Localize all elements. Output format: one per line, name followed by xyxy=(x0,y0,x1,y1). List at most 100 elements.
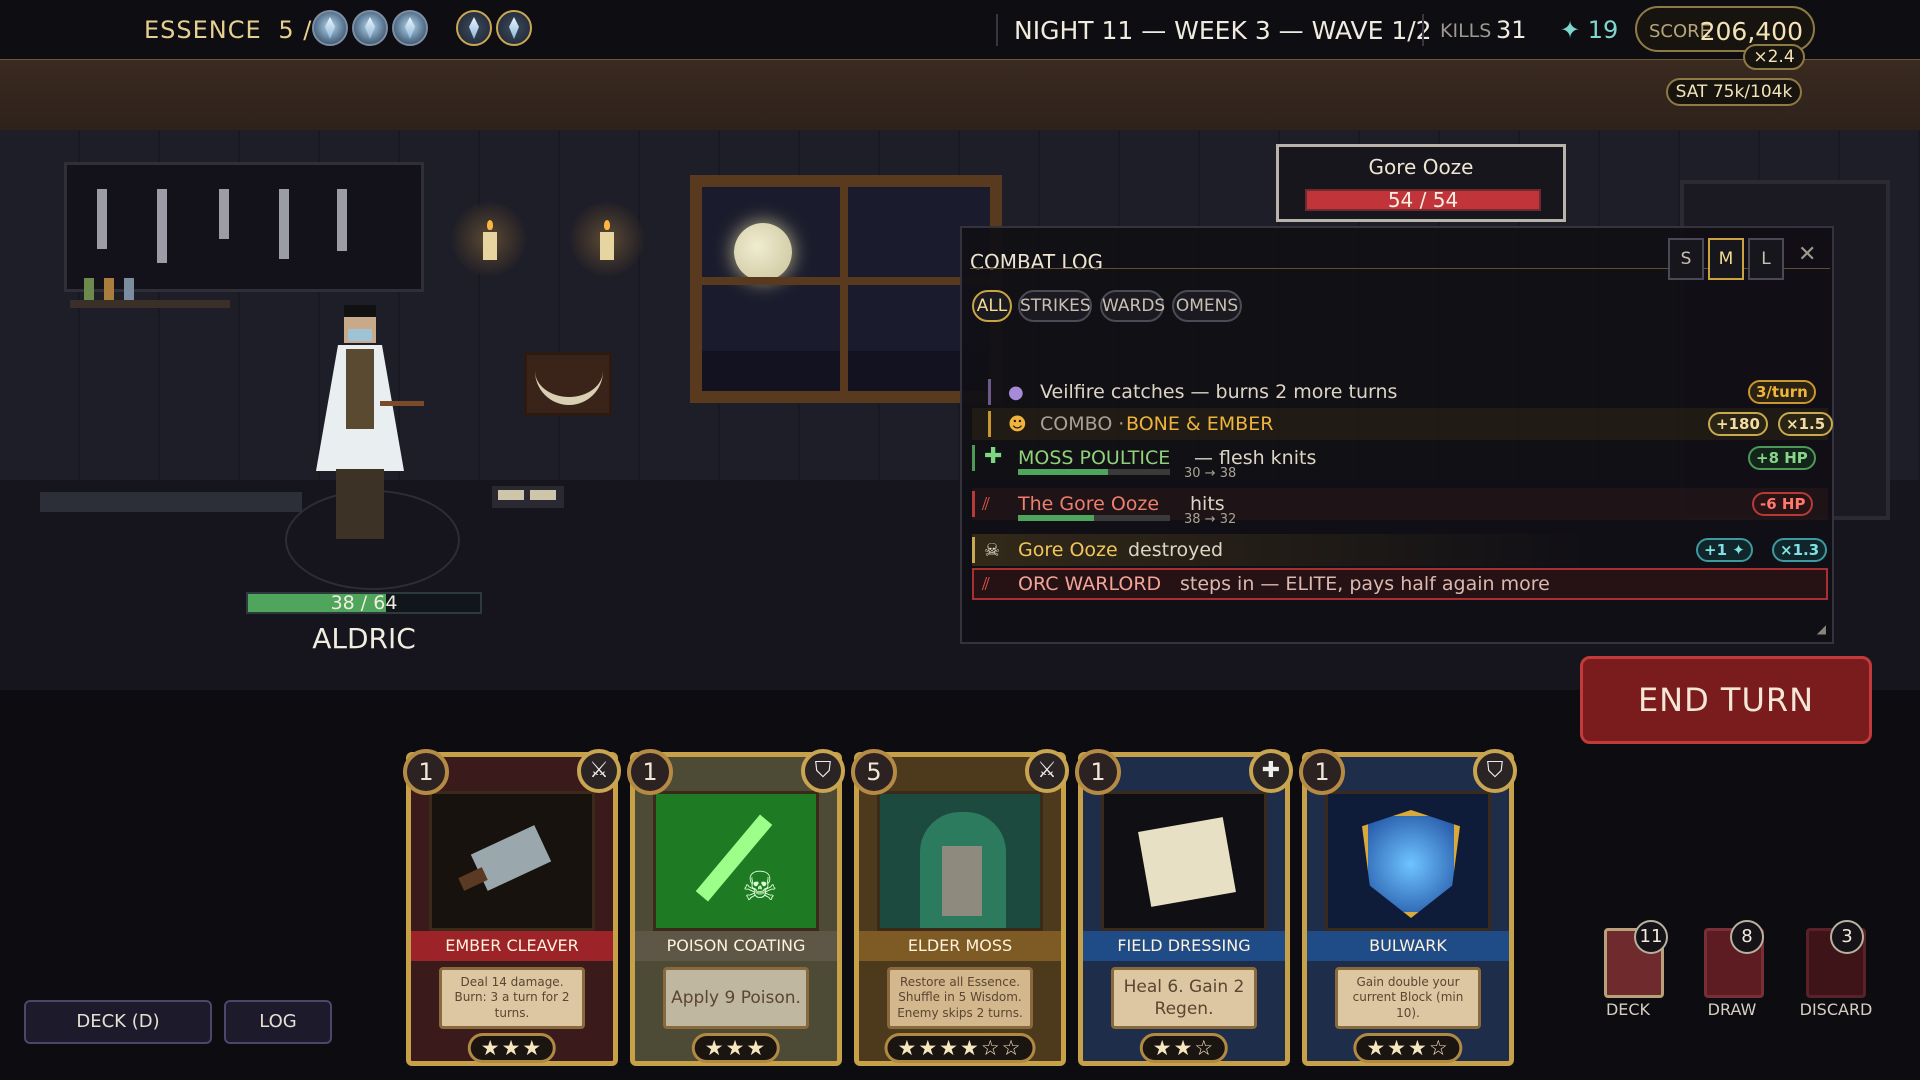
cleaver-art xyxy=(429,791,595,931)
veilfire-icon: ● xyxy=(1008,382,1024,403)
potion-shelf xyxy=(70,278,230,308)
essence-crystal-icon xyxy=(312,10,348,46)
hp-change-bar xyxy=(1018,469,1170,475)
wave-indicator: NIGHT 11 — WEEK 3 — WAVE 1/2 xyxy=(1014,16,1432,45)
poison-art: ☠ xyxy=(653,791,819,931)
enemy-name: Gore Ooze xyxy=(1018,539,1118,561)
thread-line xyxy=(988,411,991,437)
player-name: ALDRIC xyxy=(312,622,416,655)
blade-icon: ⚔ xyxy=(1025,749,1069,793)
combat-log-title: COMBAT LOG xyxy=(970,250,1104,274)
log-entry-kill: ☠ Gore Ooze destroyed +1 ✦ ×1.3 xyxy=(972,534,1828,566)
elder-art xyxy=(877,791,1043,931)
card-description: Restore all Essence. Shuffle in 5 Wisdom… xyxy=(887,967,1033,1029)
claw-icon: ⫽ xyxy=(982,494,991,515)
sickle-icon xyxy=(219,189,229,239)
card-cost: 1 xyxy=(403,749,449,795)
hud-strip xyxy=(0,60,1920,130)
card-ember-cleaver[interactable]: EMBER CLEAVER Deal 14 damage. Burn: 3 a … xyxy=(403,749,621,1066)
vest xyxy=(346,349,374,429)
shield-art xyxy=(1325,791,1491,931)
combo-score-chip: +180 xyxy=(1708,412,1768,436)
card-poison-coating[interactable]: ☠ POISON COATING Apply 9 Poison. 1 ⛉ ★★★ xyxy=(627,749,845,1066)
bottle-icon xyxy=(84,278,94,300)
card-name: POISON COATING xyxy=(635,931,837,961)
size-small-button[interactable]: S xyxy=(1668,238,1704,280)
hp-fill xyxy=(1018,515,1094,521)
size-medium-button[interactable]: M xyxy=(1708,238,1744,280)
resize-handle-icon[interactable]: ◢ xyxy=(1817,622,1826,636)
damage-amount-chip: -6 HP xyxy=(1752,492,1814,516)
deck-button[interactable]: DECK (D) xyxy=(24,1000,212,1044)
player-health-bar: 38 / 64 xyxy=(246,592,482,614)
combat-log-panel: COMBAT LOG S M L ✕ ALL STRIKES WARDS OME… xyxy=(960,226,1834,644)
cleaver-icon xyxy=(97,189,107,249)
heal-plus-icon: ✚ xyxy=(984,444,1003,469)
candle-icon xyxy=(483,220,497,260)
essence-crystal-icon xyxy=(352,10,388,46)
card-rarity-stars: ★★★ xyxy=(691,1033,781,1063)
card-description: Deal 14 damage. Burn: 3 a turn for 2 tur… xyxy=(439,967,585,1029)
log-entry-damage: ⫽ The Gore Ooze hits 38 → 32 -6 HP xyxy=(972,488,1828,527)
card-description: Gain double your current Block (min 10). xyxy=(1335,967,1481,1029)
combo-name: BONE & EMBER xyxy=(1126,413,1274,435)
window-mullion xyxy=(702,277,990,285)
combo-icon: ☻ xyxy=(1008,414,1027,435)
heal-amount-chip: +8 HP xyxy=(1748,446,1816,470)
log-message: steps in — ELITE, pays half again more xyxy=(1180,573,1550,595)
bonus-crystal-icon xyxy=(456,10,492,46)
filter-all-tab[interactable]: ALL xyxy=(972,290,1012,322)
legs xyxy=(336,469,384,539)
draw-label: DRAW xyxy=(1707,1000,1757,1019)
card-cost: 5 xyxy=(851,749,897,795)
card-bulwark[interactable]: BULWARK Gain double your current Block (… xyxy=(1299,749,1517,1066)
card-elder-moss[interactable]: ELDER MOSS Restore all Essence. Shuffle … xyxy=(851,749,1069,1066)
filter-wards-tab[interactable]: WARDS xyxy=(1100,290,1165,322)
burn-rate-chip: 3/turn xyxy=(1748,380,1816,404)
kill-multiplier-chip: ×1.3 xyxy=(1772,538,1828,562)
shield-icon: ⛉ xyxy=(1473,749,1517,793)
card-cost: 1 xyxy=(1299,749,1345,795)
saw-icon xyxy=(157,189,167,263)
log-button[interactable]: LOG xyxy=(224,1000,332,1044)
player-character[interactable] xyxy=(300,305,424,545)
log-entry-elite: ⫽ ORC WARLORD steps in — ELITE, pays hal… xyxy=(972,568,1828,600)
horn-trophy xyxy=(524,352,612,416)
top-hud: ESSENCE 5 / 3 NIGHT 11 — WEEK 3 — WAVE 1… xyxy=(0,0,1920,60)
moon-icon xyxy=(734,223,792,281)
attacker-name: The Gore Ooze xyxy=(1018,493,1160,515)
card-rarity-stars: ★★★★☆☆ xyxy=(884,1033,1036,1063)
tool-rack xyxy=(64,162,424,292)
deck-label: DECK xyxy=(1605,1000,1651,1019)
handle-icon xyxy=(458,867,488,891)
bandage-icon xyxy=(1138,817,1236,907)
hud-divider xyxy=(996,14,998,46)
window-mullion xyxy=(840,187,848,391)
card-field-dressing[interactable]: FIELD DRESSING Heal 6. Gain 2 Regen. 1 ✚… xyxy=(1075,749,1293,1066)
plus-icon: ✚ xyxy=(1249,749,1293,793)
enemy-hp-text: 54 / 54 xyxy=(1387,188,1459,212)
draw-count: 8 xyxy=(1730,920,1764,954)
score-value: 206,400 xyxy=(1699,17,1803,46)
thread-line xyxy=(988,379,991,405)
log-message: Veilfire catches — burns 2 more turns xyxy=(1040,381,1398,403)
workbench xyxy=(40,492,302,512)
card-rarity-stars: ★★★ xyxy=(467,1033,557,1063)
enemy-frame[interactable]: Gore Ooze 54 / 54 xyxy=(1276,144,1566,222)
mask xyxy=(348,329,372,341)
combo-label: COMBO · xyxy=(1040,413,1125,435)
elite-name: ORC WARLORD xyxy=(1018,573,1162,595)
shard-reward-chip: +1 ✦ xyxy=(1696,538,1753,562)
score-multiplier: ×2.4 xyxy=(1743,44,1805,70)
filter-strikes-tab[interactable]: STRIKES xyxy=(1018,290,1092,322)
card-rarity-stars: ★★★☆ xyxy=(1353,1033,1463,1063)
thread-line xyxy=(972,537,975,563)
bonus-crystal-icon xyxy=(496,10,532,46)
filter-omens-tab[interactable]: OMENS xyxy=(1172,290,1242,322)
card-name: FIELD DRESSING xyxy=(1083,931,1285,961)
end-turn-button[interactable]: END TURN xyxy=(1580,656,1872,744)
size-large-button[interactable]: L xyxy=(1748,238,1784,280)
deck-count: 11 xyxy=(1634,920,1668,954)
shard-counter: ✦ 19 xyxy=(1560,16,1619,44)
close-icon[interactable]: ✕ xyxy=(1798,242,1816,267)
